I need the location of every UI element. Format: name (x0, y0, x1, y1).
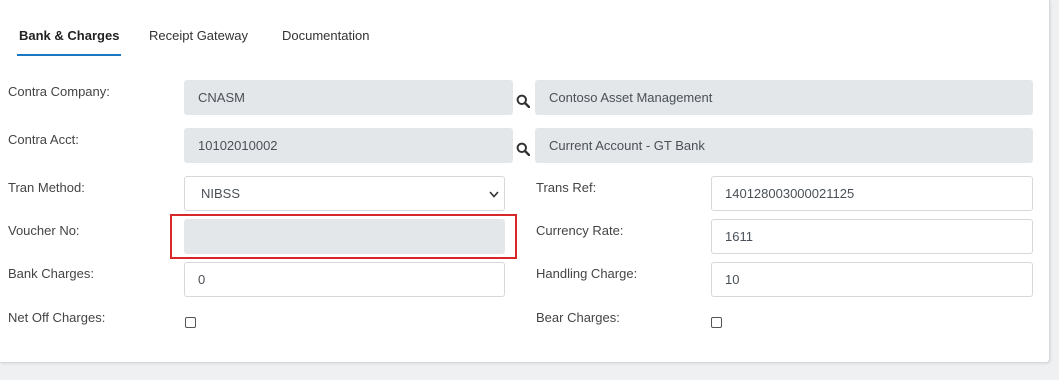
bear-charges-checkbox[interactable] (711, 317, 722, 328)
voucher-no-label: Voucher No: (8, 223, 80, 238)
currency-rate-field[interactable]: 1611 (711, 219, 1033, 254)
voucher-no-highlight (170, 214, 517, 259)
tab-bar: Bank & Charges Receipt Gateway Documenta… (0, 0, 1049, 60)
contra-acct-label: Contra Acct: (8, 132, 79, 147)
contra-company-code-field[interactable]: CNASM (184, 80, 513, 115)
trans-ref-field[interactable]: 140128003000021125 (711, 176, 1033, 211)
bank-charges-label: Bank Charges: (8, 266, 94, 281)
handling-charge-label: Handling Charge: (536, 266, 638, 281)
trans-ref-label: Trans Ref: (536, 180, 597, 195)
net-off-charges-checkbox[interactable] (185, 317, 196, 328)
active-tab-indicator (17, 54, 121, 56)
contra-company-name-field: Contoso Asset Management (535, 80, 1033, 115)
handling-charge-field[interactable]: 10 (711, 262, 1033, 297)
contra-acct-name-field: Current Account - GT Bank (535, 128, 1033, 163)
contra-acct-code-field[interactable]: 10102010002 (184, 128, 513, 163)
chevron-down-icon (489, 191, 499, 198)
currency-rate-label: Currency Rate: (536, 223, 624, 238)
bear-charges-label: Bear Charges: (536, 310, 620, 325)
tran-method-select[interactable]: NIBSS (184, 176, 505, 211)
tran-method-label: Tran Method: (8, 180, 85, 195)
tran-method-value: NIBSS (201, 186, 241, 201)
tab-documentation[interactable]: Documentation (282, 28, 369, 43)
tab-bank-charges[interactable]: Bank & Charges (19, 28, 119, 43)
form-card: Bank & Charges Receipt Gateway Documenta… (0, 0, 1050, 363)
tab-receipt-gateway[interactable]: Receipt Gateway (149, 28, 248, 43)
search-icon[interactable] (516, 142, 530, 156)
bank-charges-field[interactable]: 0 (184, 262, 505, 297)
net-off-charges-label: Net Off Charges: (8, 310, 106, 325)
search-icon[interactable] (516, 94, 530, 108)
contra-company-label: Contra Company: (8, 84, 110, 99)
